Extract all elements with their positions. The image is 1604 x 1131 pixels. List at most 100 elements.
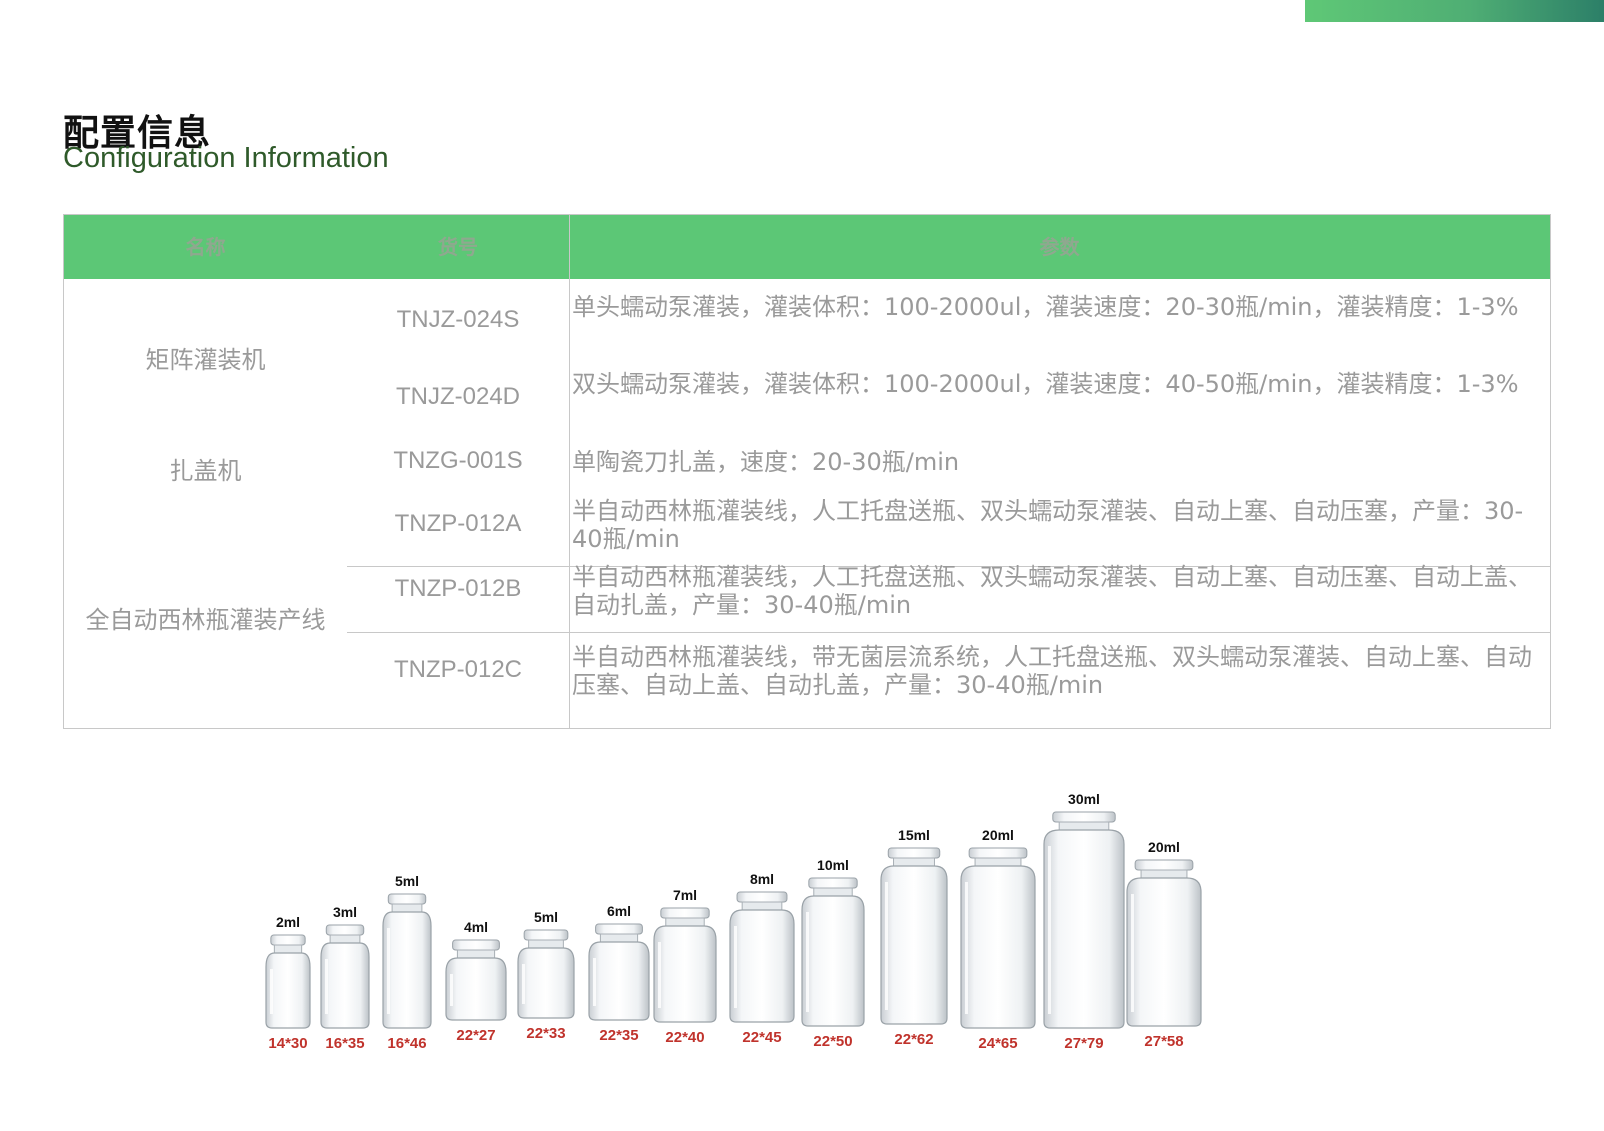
vial: 7ml 22*40 (653, 887, 717, 1046)
vial-size-label: 22*40 (665, 1029, 704, 1046)
column-header-code: 货号 (438, 235, 478, 259)
vial-highlight (522, 964, 525, 1004)
column-divider (569, 215, 570, 728)
vial-volume-label: 20ml (982, 827, 1014, 843)
vial-body (729, 909, 795, 1023)
vial: 30ml 27*79 (1043, 791, 1125, 1052)
vial-volume-label: 5ml (395, 873, 419, 889)
vial-size-label: 22*62 (894, 1031, 933, 1048)
vial-lip (968, 847, 1028, 859)
vial-volume-label: 20ml (1148, 839, 1180, 855)
vial-volume-label: 10ml (817, 857, 849, 873)
vial-highlight (1048, 846, 1051, 1014)
vial-size-label: 27*79 (1064, 1035, 1103, 1052)
vial-body (517, 947, 575, 1019)
vial: 2ml 14*30 (265, 914, 311, 1052)
vial-neck (813, 887, 853, 897)
vial-volume-label: 3ml (333, 904, 357, 920)
vial-body (1043, 829, 1125, 1029)
vial-neck (329, 934, 361, 944)
vial-lip (452, 939, 500, 951)
vial-highlight (658, 942, 661, 1008)
vial-highlight (450, 974, 453, 1006)
vial-lip (523, 929, 569, 941)
vial-lip (660, 907, 710, 919)
vial-lip (1134, 859, 1194, 871)
vial-body (320, 942, 370, 1029)
vial-neck (273, 944, 303, 954)
vial: 6ml 22*35 (588, 903, 650, 1044)
product-code: TNZP-012C (393, 656, 523, 683)
page-subtitle: Configuration Information (63, 142, 389, 174)
vial-neck (1058, 821, 1110, 831)
vial: 15ml 22*62 (880, 827, 948, 1048)
vial: 20ml 27*58 (1126, 839, 1202, 1050)
product-code: TNJZ-024D (395, 383, 521, 410)
vial: 3ml 16*35 (320, 904, 370, 1052)
vial-body (653, 925, 717, 1023)
vial-neck (974, 857, 1022, 867)
product-params: 单头蠕动泵灌装，灌装体积：100-2000ul，灌装速度：20-30瓶/min，… (572, 293, 1519, 321)
vial: 10ml 22*50 (801, 857, 865, 1050)
table-header: 名称 货号 参数 (64, 215, 1550, 279)
vial-volume-label: 15ml (898, 827, 930, 843)
vial-neck (599, 933, 639, 943)
vial-size-label: 22*35 (599, 1027, 638, 1044)
vial-size-label: 16*46 (387, 1035, 426, 1052)
vial-highlight (270, 969, 273, 1014)
vial: 5ml 22*33 (517, 909, 575, 1042)
vial-size-label: 22*33 (526, 1025, 565, 1042)
vial-neck (456, 949, 496, 959)
vial-highlight (387, 928, 390, 1014)
product-params: 半自动西林瓶灌装线，带无菌层流系统，人工托盘送瓶、双头蠕动泵灌装、自动上塞、自动… (572, 643, 1532, 699)
product-code: TNZG-001S (393, 447, 523, 474)
vial: 8ml 22*45 (729, 871, 795, 1046)
vial-highlight (1131, 894, 1134, 1012)
vial-size-label: 16*35 (325, 1035, 364, 1052)
vial-lineup: 2ml 14*30 3ml 16*35 5ml 16*46 4ml 22*27 5ml 22*33… (265, 791, 1202, 1052)
vial-body (1126, 877, 1202, 1027)
column-header-params: 参数 (1039, 235, 1080, 259)
product-name-matrix-filler: 矩阵灌装机 (145, 346, 266, 374)
vial-size-illustration: 2ml 14*30 3ml 16*35 5ml 16*46 4ml 22*27 5ml 22*33… (250, 791, 1250, 1100)
vial-neck (391, 903, 423, 913)
product-code: TNZP-012A (394, 510, 522, 537)
vial-highlight (806, 912, 809, 1012)
vial-lip (270, 934, 306, 946)
vial-volume-label: 4ml (464, 919, 488, 935)
vial-body (960, 865, 1036, 1029)
vial-volume-label: 2ml (276, 914, 300, 930)
vial: 5ml 16*46 (382, 873, 432, 1052)
vial-body (445, 957, 507, 1021)
product-params: 单陶瓷刀扎盖，速度：20-30瓶/min (572, 448, 960, 476)
vial-size-label: 22*45 (742, 1029, 781, 1046)
vial-volume-label: 6ml (607, 903, 631, 919)
vial-size-label: 24*65 (978, 1035, 1017, 1052)
vial-highlight (965, 882, 968, 1014)
vial-size-label: 27*58 (1144, 1033, 1183, 1050)
header-accent-bar (1305, 0, 1604, 22)
vial-body (382, 911, 432, 1029)
vial-lip (1052, 811, 1116, 823)
vial-neck (528, 939, 564, 949)
product-code: TNZP-012B (394, 575, 522, 602)
vial-highlight (325, 959, 328, 1014)
vial-neck (893, 857, 935, 867)
vial-lip (325, 924, 365, 936)
column-header-name: 名称 (185, 235, 226, 259)
vial-neck (665, 917, 705, 927)
vial-size-label: 22*27 (456, 1027, 495, 1044)
product-name-capper: 扎盖机 (169, 457, 242, 485)
vial: 20ml 24*65 (960, 827, 1036, 1052)
vial-lip (387, 893, 427, 905)
vial-volume-label: 7ml (673, 887, 697, 903)
vial-size-label: 22*50 (813, 1033, 852, 1050)
vial-body (588, 941, 650, 1021)
vial-highlight (734, 926, 737, 1008)
vial-body (880, 865, 948, 1025)
row-divider (347, 632, 1550, 633)
vial-volume-label: 8ml (750, 871, 774, 887)
product-code: TNJZ-024S (396, 306, 520, 333)
vial-body (801, 895, 865, 1027)
vial-lip (887, 847, 941, 859)
